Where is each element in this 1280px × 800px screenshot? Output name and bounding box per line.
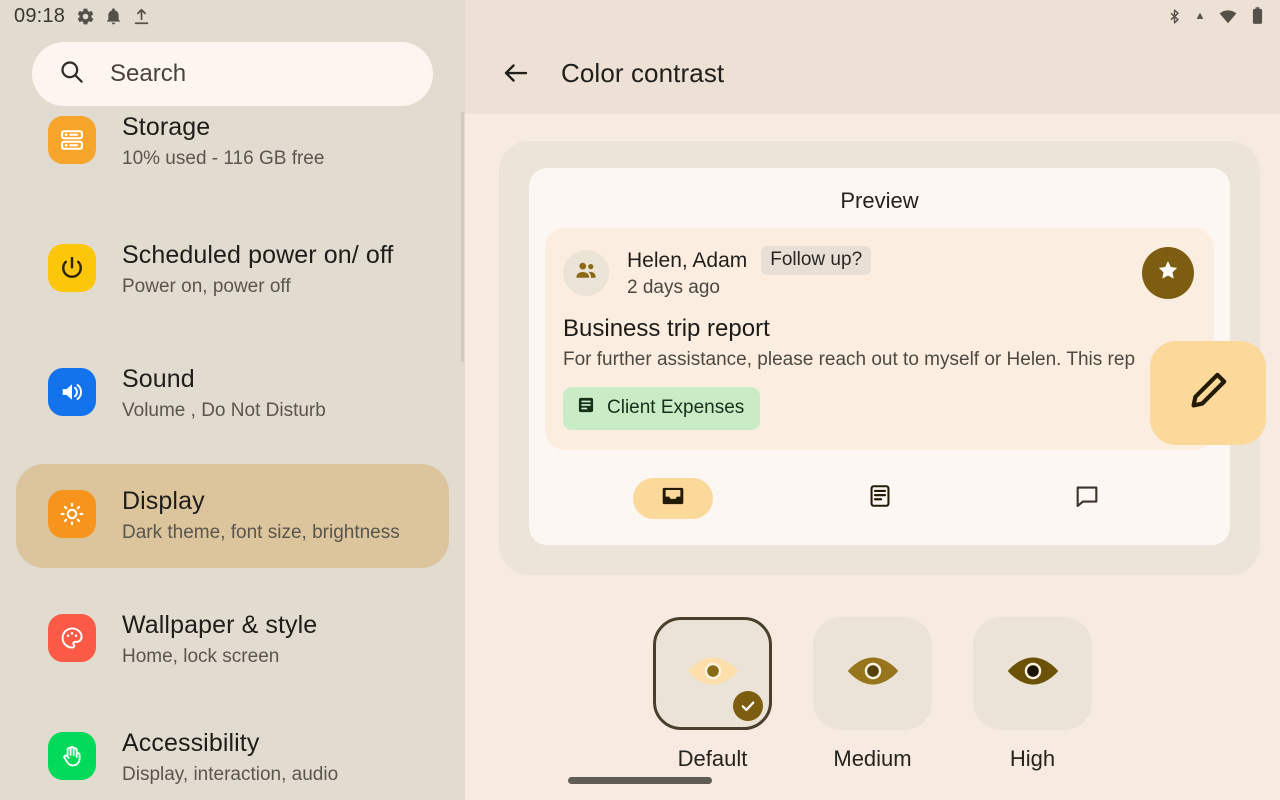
sidebar-item-subtitle: 10% used - 116 GB free — [122, 148, 325, 169]
chat-bubble-icon — [1073, 482, 1101, 515]
sidebar-item-scheduled-power[interactable]: Scheduled power on/ off Power on, power … — [16, 224, 449, 316]
settings-list[interactable]: Storage 10% used - 116 GB free Scheduled… — [0, 110, 465, 800]
gesture-navigation-bar[interactable] — [568, 777, 712, 784]
selected-check-badge — [733, 691, 763, 721]
settings-sidebar: 09:18 Search Storage 10% used - 116 GB f… — [0, 0, 465, 800]
contrast-swatch[interactable] — [973, 617, 1092, 730]
contrast-option-high[interactable]: High — [973, 617, 1092, 772]
preview-outer-container: Preview Helen, Adam Follow up? 2 days ag… — [499, 141, 1266, 575]
page-title: Color contrast — [561, 57, 725, 88]
preview-card: Preview Helen, Adam Follow up? 2 days ag… — [529, 168, 1266, 545]
notification-bell-icon — [104, 7, 123, 26]
eye-icon — [842, 651, 904, 696]
sidebar-item-accessibility[interactable]: Accessibility Display, interaction, audi… — [16, 712, 449, 800]
upload-icon — [132, 7, 151, 26]
search-placeholder: Search — [110, 60, 187, 87]
nav-article-button[interactable] — [840, 478, 920, 519]
wifi-icon — [1217, 7, 1239, 26]
sidebar-item-subtitle: Dark theme, font size, brightness — [122, 522, 400, 543]
gear-icon — [76, 7, 95, 26]
contrast-options: Default Medium High — [465, 617, 1280, 772]
nav-chat-button[interactable] — [1047, 478, 1127, 519]
sidebar-status-bar: 09:18 — [0, 0, 465, 32]
hand-icon — [48, 732, 96, 780]
eye-icon — [682, 651, 744, 696]
avatar — [563, 249, 609, 296]
brightness-icon — [48, 490, 96, 538]
pencil-edit-icon — [1184, 367, 1232, 420]
back-arrow-icon[interactable] — [499, 56, 533, 90]
article-icon — [576, 395, 596, 421]
eye-icon — [1002, 651, 1064, 696]
edit-fab[interactable] — [1150, 341, 1266, 445]
bluetooth-icon — [1166, 7, 1183, 26]
preview-bottom-nav — [545, 478, 1214, 525]
nav-inbox-button[interactable] — [632, 478, 713, 519]
follow-up-chip[interactable]: Follow up? — [761, 246, 872, 275]
mail-snippet: For further assistance, please reach out… — [563, 349, 1136, 370]
sidebar-item-display[interactable]: Display Dark theme, font size, brightnes… — [16, 464, 449, 568]
color-contrast-panel: Color contrast Preview Helen, Adam Follo… — [465, 0, 1280, 800]
mail-sender: Helen, Adam — [627, 248, 748, 272]
palette-icon — [48, 614, 96, 662]
contrast-option-medium[interactable]: Medium — [813, 617, 932, 772]
search-container: Search — [0, 32, 465, 106]
mail-header: Helen, Adam Follow up? 2 days ago — [563, 246, 1194, 299]
star-icon — [1155, 257, 1181, 288]
article-icon — [867, 483, 893, 514]
mail-label-chip[interactable]: Client Expenses — [563, 387, 761, 430]
sidebar-item-subtitle: Home, lock screen — [122, 646, 280, 667]
preview-label: Preview — [840, 188, 919, 213]
app-bar: Color contrast — [465, 32, 1280, 114]
sidebar-scrollbar[interactable] — [461, 112, 464, 362]
mail-list-item[interactable]: Helen, Adam Follow up? 2 days ago Busine… — [545, 228, 1266, 450]
status-time: 09:18 — [14, 4, 66, 27]
contrast-swatch[interactable] — [813, 617, 932, 730]
sidebar-item-wallpaper[interactable]: Wallpaper & style Home, lock screen — [16, 594, 449, 686]
mail-label-text: Client Expenses — [607, 397, 745, 418]
storage-icon — [48, 116, 96, 164]
sidebar-item-sound[interactable]: Sound Volume , Do Not Disturb — [16, 348, 449, 440]
sidebar-item-label: Sound — [122, 365, 195, 393]
search-icon — [58, 58, 85, 90]
sidebar-item-storage[interactable]: Storage 10% used - 116 GB free — [16, 110, 449, 188]
sidebar-item-label: Wallpaper & style — [122, 611, 318, 639]
power-icon — [48, 244, 96, 292]
contrast-option-default[interactable]: Default — [653, 617, 772, 772]
inbox-icon — [660, 483, 686, 514]
sidebar-item-subtitle: Display, interaction, audio — [122, 764, 339, 785]
sidebar-item-label: Storage — [122, 113, 211, 141]
sidebar-item-label: Accessibility — [122, 729, 260, 757]
sidebar-item-label: Scheduled power on/ off — [122, 241, 394, 269]
battery-icon — [1251, 6, 1264, 26]
search-input[interactable]: Search — [32, 42, 433, 106]
contrast-option-label: High — [1009, 746, 1056, 771]
contrast-option-label: Medium — [833, 746, 912, 771]
sidebar-item-label: Display — [122, 487, 205, 515]
sidebar-item-subtitle: Volume , Do Not Disturb — [122, 400, 326, 421]
mail-timestamp: 2 days ago — [627, 277, 720, 298]
signal-icon — [1195, 11, 1205, 21]
sound-icon — [48, 368, 96, 416]
group-people-icon — [573, 257, 599, 288]
contrast-swatch[interactable] — [653, 617, 772, 730]
sidebar-item-subtitle: Power on, power off — [122, 276, 291, 297]
contrast-option-label: Default — [677, 746, 748, 771]
star-button[interactable] — [1142, 246, 1194, 299]
panel-status-bar — [465, 0, 1280, 32]
mail-subject: Business trip report — [563, 315, 770, 342]
